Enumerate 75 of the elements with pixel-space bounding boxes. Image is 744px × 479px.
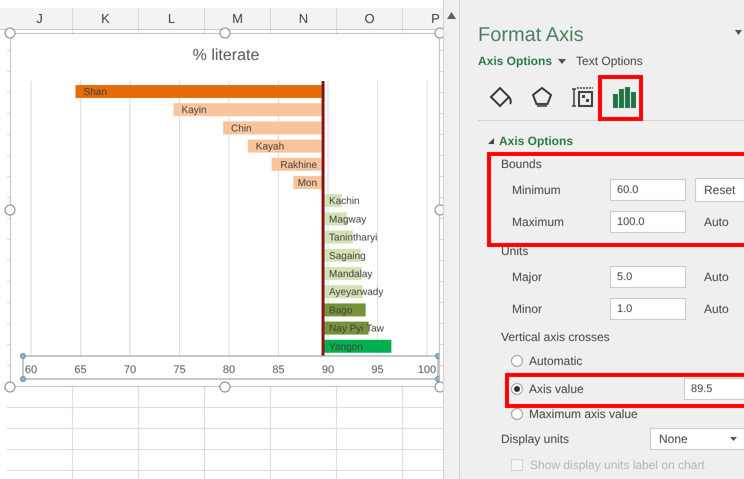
field-label: Bounds xyxy=(501,157,542,171)
field-label: Maximum xyxy=(512,214,564,231)
radio-label[interactable]: Maximum axis value xyxy=(529,405,638,423)
scrollbar[interactable] xyxy=(443,0,460,479)
column-header[interactable]: J xyxy=(36,8,43,28)
scroll-up-icon[interactable] xyxy=(447,12,456,19)
selection-frame[interactable] xyxy=(20,353,439,382)
tab[interactable]: Text Options xyxy=(576,52,643,70)
field-label: Minor xyxy=(512,301,542,318)
chart-title: % literate xyxy=(192,47,260,64)
field-label: Minimum xyxy=(512,182,561,199)
field-label: Major xyxy=(512,269,542,286)
bar-label: Kayin xyxy=(182,105,207,116)
size-icon xyxy=(572,86,594,108)
paint-bucket-icon xyxy=(488,86,512,108)
bar-chart-icon xyxy=(612,86,636,108)
tab[interactable]: Axis Options xyxy=(478,52,566,70)
bar-label: Rakhine xyxy=(280,160,318,171)
caret-icon xyxy=(558,58,566,64)
axis-value-field[interactable]: 89.5 xyxy=(684,378,744,400)
bar-label: Yangon xyxy=(329,342,363,353)
number-field[interactable]: 5.0 xyxy=(610,266,686,288)
bar-label: Kayah xyxy=(256,142,284,153)
number-field[interactable]: 1.0 xyxy=(610,298,686,320)
bar-label: Chin xyxy=(231,123,252,134)
bar-label: Kachin xyxy=(329,196,360,208)
axis-tick-label: 90 xyxy=(322,364,334,376)
axis-tick-label: 75 xyxy=(173,364,186,376)
radio-button[interactable] xyxy=(511,355,523,367)
radio-label[interactable]: Automatic xyxy=(529,352,582,370)
auto-label: Auto xyxy=(704,301,729,318)
column-header[interactable]: M xyxy=(232,8,243,28)
radio-button[interactable] xyxy=(511,408,523,420)
bar-label: Ayeyarwady xyxy=(329,287,384,298)
axis-tick-label: 100 xyxy=(418,364,436,376)
display-units-dropdown[interactable]: None xyxy=(650,428,744,450)
axis-tick-label: 65 xyxy=(74,364,87,376)
bar-label: Shan xyxy=(84,87,107,98)
number-field[interactable]: 60.0 xyxy=(610,179,686,201)
bar-label: Mandalay xyxy=(329,269,372,280)
axis-tick-label: 85 xyxy=(272,364,285,376)
radio-button[interactable] xyxy=(511,383,523,395)
field-label: Vertical axis crosses xyxy=(501,330,610,344)
axis-tick-label: 80 xyxy=(222,364,236,376)
column-header[interactable]: K xyxy=(101,8,110,28)
highlight-frame xyxy=(598,75,643,121)
bar-label: Magway xyxy=(329,214,366,226)
axis-tick-label: 60 xyxy=(24,364,38,376)
resize-handle[interactable] xyxy=(4,204,16,216)
axis-tick-label: 95 xyxy=(371,364,384,376)
bar-label: Mon xyxy=(298,178,318,189)
section-header[interactable]: Axis Options xyxy=(499,132,574,150)
resize-handle[interactable] xyxy=(4,382,16,392)
reset-button[interactable]: Reset xyxy=(695,178,744,202)
column-header[interactable]: N xyxy=(298,8,308,28)
resize-handle[interactable] xyxy=(220,382,230,392)
resize-handle[interactable] xyxy=(434,382,443,392)
column-header[interactable]: O xyxy=(364,8,375,28)
axis-tick-label: 70 xyxy=(124,364,136,376)
dropdown-icon[interactable] xyxy=(735,30,742,35)
auto-label: Auto xyxy=(704,214,729,231)
caret-icon xyxy=(730,437,737,441)
auto-label: Auto xyxy=(704,269,729,286)
bar-label: Sagaing xyxy=(329,250,366,262)
field-label: Units xyxy=(501,244,528,258)
radio-label[interactable]: Axis value xyxy=(529,380,584,398)
collapse-icon[interactable] xyxy=(488,138,494,144)
field-label: Display units xyxy=(501,431,570,448)
bar-label: Bago xyxy=(329,305,352,316)
bar-label: Tanintharyi xyxy=(329,232,378,244)
column-header[interactable]: L xyxy=(168,8,176,28)
panel-title: Format Axis xyxy=(478,23,584,48)
column-header[interactable]: P xyxy=(431,8,440,28)
pentagon-icon xyxy=(530,86,552,108)
number-field[interactable]: 100.0 xyxy=(610,211,686,233)
